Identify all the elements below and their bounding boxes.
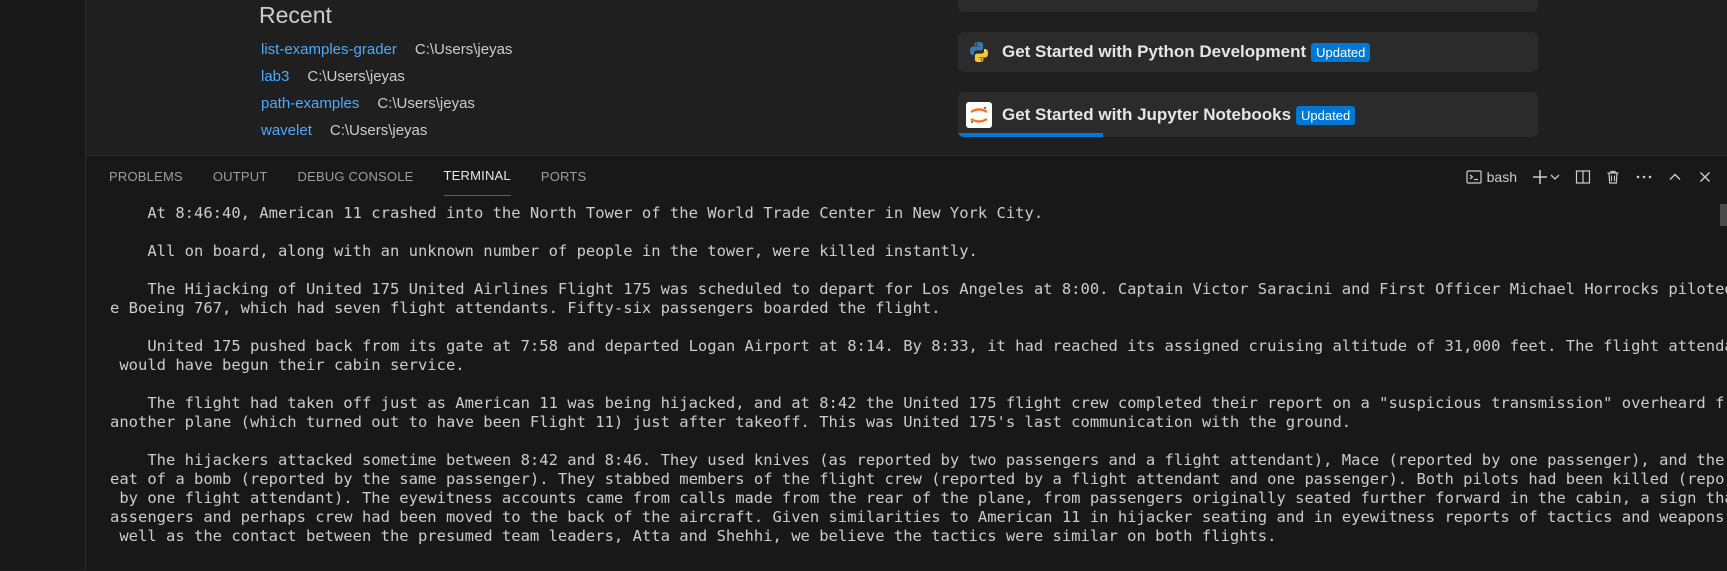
walkthrough-card-jupyter[interactable]: Get Started with Jupyter Notebooks Update…	[958, 92, 1538, 137]
terminal-selector[interactable]: bash	[1466, 169, 1517, 185]
panel-actions: bash	[1466, 164, 1713, 190]
tab-debug-console[interactable]: DEBUG CONSOLE	[298, 156, 414, 196]
recent-item-path: C:\Users\jeyas	[377, 95, 475, 112]
plus-icon	[1533, 170, 1547, 184]
terminal-line: All on board, along with an unknown numb…	[110, 242, 978, 260]
new-terminal-button[interactable]	[1531, 168, 1561, 186]
ellipsis-icon	[1636, 175, 1652, 179]
terminal-line: The Hijacking of United 175 United Airli…	[110, 280, 1727, 298]
walkthrough-card-partial[interactable]	[958, 0, 1538, 12]
terminal-line: The hijackers attacked sometime between …	[110, 451, 1727, 469]
bottom-panel: PROBLEMS OUTPUT DEBUG CONSOLE TERMINAL P…	[86, 155, 1727, 571]
recent-item: list-examples-grader C:\Users\jeyas	[261, 41, 512, 58]
recent-item-path: C:\Users\jeyas	[329, 122, 428, 139]
jupyter-icon	[966, 101, 992, 128]
terminal-line: another plane (which turned out to have …	[110, 413, 1352, 431]
welcome-page: Recent list-examples-grader C:\Users\jey…	[86, 0, 1727, 155]
walkthrough-progress	[958, 133, 1538, 137]
recent-item-link[interactable]: wavelet	[261, 122, 312, 139]
walkthrough-title: Get Started with Jupyter Notebooks Update…	[1002, 105, 1356, 125]
recent-item-path: C:\Users\jeyas	[414, 41, 513, 58]
terminal-line: The flight had taken off just as America…	[110, 394, 1727, 412]
updated-badge: Updated	[1296, 105, 1356, 125]
terminal-line: assengers and perhaps crew had been move…	[110, 508, 1727, 526]
recent-item-link[interactable]: list-examples-grader	[261, 41, 397, 58]
terminal-line: e Boeing 767, which had seven flight att…	[110, 299, 941, 317]
tab-problems[interactable]: PROBLEMS	[109, 156, 183, 196]
terminal-output[interactable]: At 8:46:40, American 11 crashed into the…	[110, 204, 1727, 546]
activity-bar	[0, 0, 86, 570]
split-terminal-button[interactable]	[1575, 169, 1591, 185]
recent-item-link[interactable]: path-examples	[261, 95, 359, 112]
chevron-up-icon	[1669, 173, 1681, 180]
more-actions-button[interactable]	[1635, 169, 1653, 185]
close-icon	[1700, 172, 1710, 182]
recent-item: wavelet C:\Users\jeyas	[261, 122, 427, 139]
terminal-line: by one flight attendant). The eyewitness…	[110, 489, 1727, 507]
terminal-name: bash	[1486, 169, 1517, 185]
close-panel-button[interactable]	[1697, 169, 1713, 185]
tab-ports[interactable]: PORTS	[541, 156, 587, 196]
tab-terminal[interactable]: TERMINAL	[443, 156, 511, 196]
chevron-down-icon[interactable]	[1549, 171, 1561, 183]
recent-heading: Recent	[259, 2, 332, 28]
terminal-line: United 175 pushed back from its gate at …	[110, 337, 1727, 355]
walkthrough-progress-fill	[958, 133, 1103, 137]
trash-icon	[1607, 170, 1619, 184]
recent-item: lab3 C:\Users\jeyas	[261, 68, 405, 85]
terminal-scrollbar[interactable]	[1720, 204, 1727, 226]
maximize-panel-button[interactable]	[1667, 169, 1683, 185]
terminal-line: At 8:46:40, American 11 crashed into the…	[110, 204, 1044, 222]
tab-output[interactable]: OUTPUT	[213, 156, 268, 196]
walkthrough-card-python[interactable]: Get Started with Python Development Updat…	[958, 32, 1538, 72]
terminal-icon	[1466, 170, 1482, 184]
recent-item: path-examples C:\Users\jeyas	[261, 95, 475, 112]
terminal-line: eat of a bomb (reported by the same pass…	[110, 470, 1727, 488]
terminal-line: would have begun their cabin service.	[110, 356, 465, 374]
kill-terminal-button[interactable]	[1605, 169, 1621, 185]
split-icon	[1575, 170, 1591, 184]
panel-tabs: PROBLEMS OUTPUT DEBUG CONSOLE TERMINAL P…	[109, 156, 586, 196]
recent-item-link[interactable]: lab3	[261, 68, 289, 85]
python-icon	[966, 39, 992, 65]
updated-badge: Updated	[1311, 43, 1371, 62]
walkthrough-title: Get Started with Python Development Updat…	[1002, 42, 1371, 62]
recent-item-path: C:\Users\jeyas	[307, 68, 405, 85]
terminal-line: well as the contact between the presumed…	[110, 527, 1277, 545]
